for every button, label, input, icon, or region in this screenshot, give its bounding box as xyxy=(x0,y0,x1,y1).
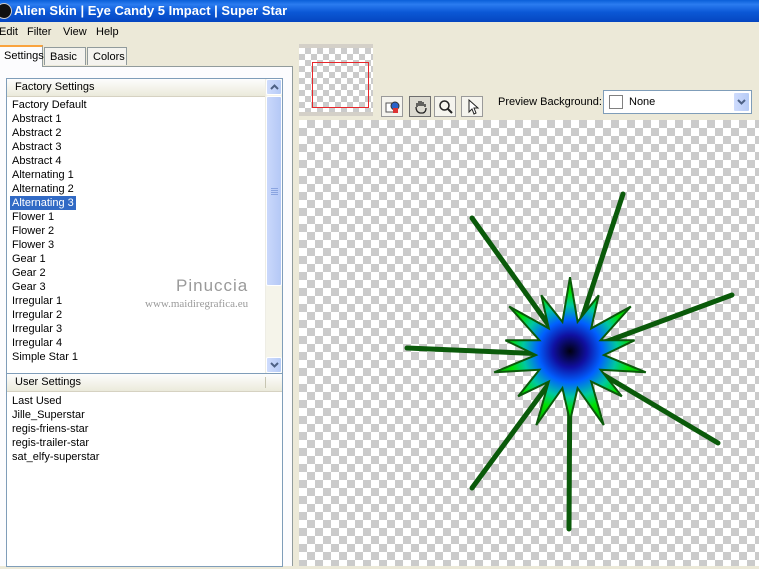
tab-colors[interactable]: Colors xyxy=(87,47,127,65)
scroll-down-button[interactable] xyxy=(266,357,282,373)
watermark-name: Pinuccia xyxy=(176,276,249,295)
factory-preset-item[interactable]: Gear 3 xyxy=(10,280,48,294)
chevron-down-icon xyxy=(270,362,279,368)
factory-settings-header[interactable]: Factory Settings xyxy=(7,79,266,97)
factory-preset-item[interactable]: Flower 2 xyxy=(10,224,56,238)
factory-preset-item[interactable]: Irregular 3 xyxy=(10,322,64,336)
factory-preset-item[interactable]: Abstract 3 xyxy=(10,140,64,154)
zoom-tool-button[interactable] xyxy=(434,96,456,117)
factory-preset-item[interactable]: Alternating 1 xyxy=(10,168,76,182)
navigator-thumbnail[interactable] xyxy=(299,44,373,116)
view-rectangle[interactable] xyxy=(312,62,369,108)
preview-canvas[interactable] xyxy=(299,120,759,566)
hand-tool-button[interactable] xyxy=(409,96,431,117)
watermark-url: www.maidiregrafica.eu xyxy=(145,298,249,310)
user-settings-list[interactable]: User Settings Last Used Jille_Superstar re… xyxy=(6,373,283,567)
factory-preset-item[interactable]: Gear 2 xyxy=(10,266,48,280)
pointer-icon xyxy=(468,99,480,115)
menu-edit[interactable]: Edit xyxy=(0,26,18,38)
factory-preset-item[interactable]: Gear 1 xyxy=(10,252,48,266)
scroll-thumb[interactable] xyxy=(266,96,282,286)
factory-preset-item[interactable]: Alternating 3 xyxy=(10,196,76,210)
preview-background-label: Preview Background: xyxy=(498,96,602,108)
factory-preset-item[interactable]: Irregular 2 xyxy=(10,308,64,322)
factory-preset-item[interactable]: Factory Default xyxy=(10,98,89,112)
preview-background-value: None xyxy=(629,96,656,108)
factory-preset-item[interactable]: Abstract 2 xyxy=(10,126,64,140)
background-swatch xyxy=(609,95,623,109)
user-preset-item[interactable]: Last Used xyxy=(10,394,64,408)
factory-preset-item[interactable]: Flower 1 xyxy=(10,210,56,224)
app-icon xyxy=(0,3,12,19)
factory-preset-item[interactable]: Flower 3 xyxy=(10,238,56,252)
user-settings-header[interactable]: User Settings xyxy=(7,374,282,392)
pointer-tool-button[interactable] xyxy=(461,96,483,117)
factory-preset-item[interactable]: Simple Star 1 xyxy=(10,350,80,364)
preview-background-select[interactable]: None xyxy=(603,90,752,114)
factory-scrollbar[interactable] xyxy=(265,79,282,373)
settings-panel: Factory Settings Factory Default Abstract… xyxy=(0,66,293,567)
factory-preset-item[interactable]: Abstract 4 xyxy=(10,154,64,168)
dropdown-button[interactable] xyxy=(733,92,750,112)
preview-toggle-icon xyxy=(385,101,400,113)
factory-preset-item[interactable]: Irregular 1 xyxy=(10,294,64,308)
menu-help[interactable]: Help xyxy=(96,26,119,38)
chevron-down-icon xyxy=(737,99,746,105)
factory-preset-item[interactable]: Abstract 1 xyxy=(10,112,64,126)
zoom-icon xyxy=(439,100,453,114)
user-preset-item[interactable]: regis-friens-star xyxy=(10,422,90,436)
hand-icon xyxy=(415,101,427,114)
super-star-preview xyxy=(404,191,735,532)
chevron-up-icon xyxy=(270,84,279,90)
factory-preset-item[interactable]: Irregular 4 xyxy=(10,336,64,350)
scroll-up-button[interactable] xyxy=(266,79,282,95)
tab-settings[interactable]: Settings xyxy=(0,45,44,67)
user-preset-item[interactable]: Jille_Superstar xyxy=(10,408,87,422)
preview-toggle-button[interactable] xyxy=(381,96,403,117)
title-bar: Alien Skin | Eye Candy 5 Impact | Super … xyxy=(0,0,759,22)
user-preset-item[interactable]: regis-trailer-star xyxy=(10,436,91,450)
tab-basic[interactable]: Basic xyxy=(44,47,86,65)
window-title: Alien Skin | Eye Candy 5 Impact | Super … xyxy=(14,3,288,18)
factory-preset-item[interactable]: Alternating 2 xyxy=(10,182,76,196)
menu-filter[interactable]: Filter xyxy=(27,26,51,38)
menu-view[interactable]: View xyxy=(63,26,87,38)
factory-settings-list[interactable]: Factory Settings Factory Default Abstract… xyxy=(6,78,283,374)
user-preset-item[interactable]: sat_elfy-superstar xyxy=(10,450,101,464)
menu-bar: Edit Filter View Help xyxy=(0,22,759,42)
